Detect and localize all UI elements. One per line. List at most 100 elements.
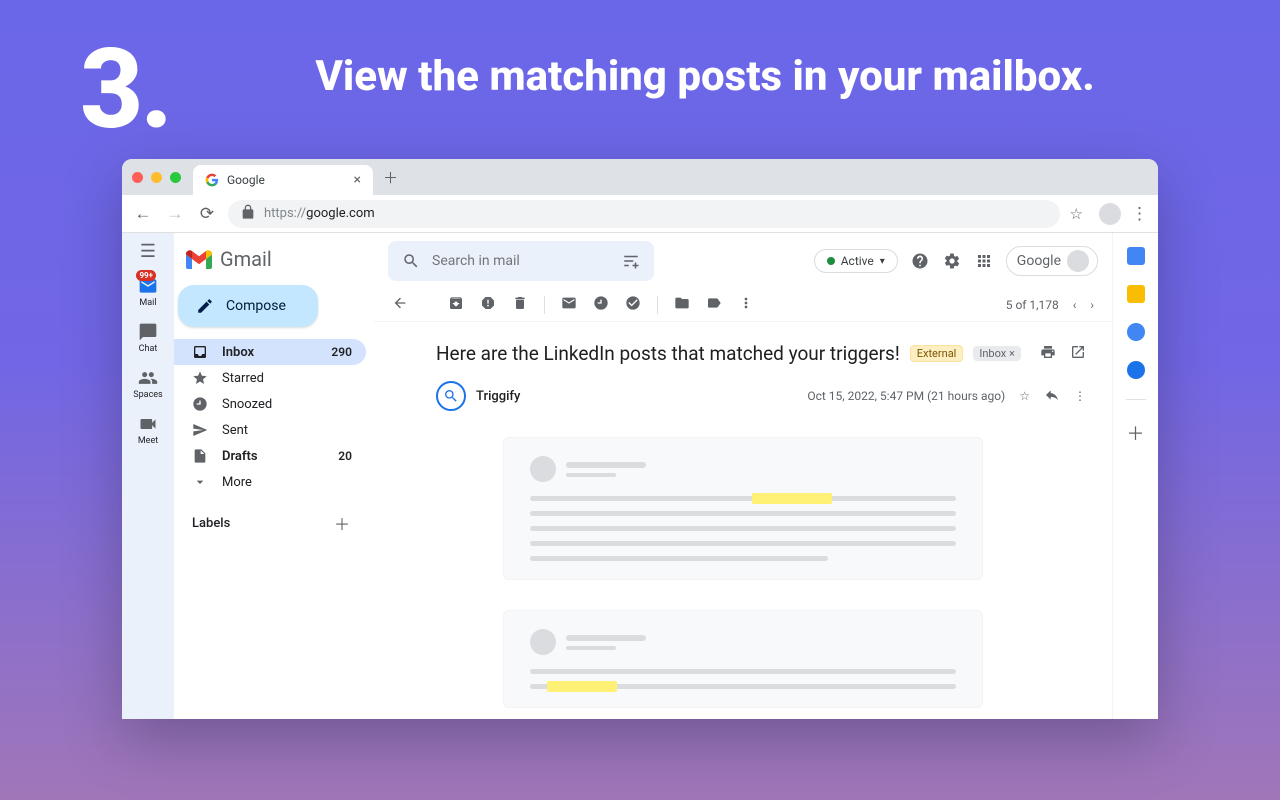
rail-item-meet[interactable]: Meet bbox=[138, 414, 158, 446]
compose-button[interactable]: Compose bbox=[178, 285, 318, 327]
inbox-chip[interactable]: Inbox bbox=[973, 346, 1020, 361]
rail-item-spaces[interactable]: Spaces bbox=[133, 368, 162, 400]
menu-icon[interactable]: ☰ bbox=[140, 241, 156, 262]
bookmark-star-icon[interactable]: ☆ bbox=[1070, 205, 1083, 223]
post-avatar-icon bbox=[530, 629, 556, 655]
get-addons-button[interactable]: ＋ bbox=[1127, 420, 1145, 446]
status-dot-icon bbox=[827, 257, 835, 265]
placeholder-line bbox=[566, 635, 646, 641]
add-to-tasks-button[interactable] bbox=[625, 295, 641, 315]
snooze-button[interactable] bbox=[593, 295, 609, 315]
close-window-icon[interactable] bbox=[132, 172, 143, 183]
email-subject-row: Here are the LinkedIn posts that matched… bbox=[400, 328, 1086, 375]
rail-item-chat[interactable]: Chat bbox=[138, 322, 158, 354]
gear-icon[interactable] bbox=[942, 252, 962, 270]
reload-button[interactable]: ⟳ bbox=[196, 204, 218, 224]
browser-window: Google × ＋ ← → ⟳ https://google.com ☆ ⋮ … bbox=[122, 159, 1158, 719]
sender-avatar bbox=[436, 381, 466, 411]
account-avatar-icon bbox=[1067, 250, 1089, 272]
gmail-topbar: Active ▾ Google bbox=[374, 233, 1112, 289]
rail-item-mail[interactable]: 99+ Mail bbox=[138, 276, 158, 308]
delete-button[interactable] bbox=[512, 295, 528, 315]
next-button[interactable]: › bbox=[1090, 298, 1094, 312]
onboarding-hero: 3. View the matching posts in your mailb… bbox=[0, 0, 1280, 159]
tasks-addon-icon[interactable] bbox=[1127, 323, 1145, 341]
placeholder-line-highlighted bbox=[530, 684, 956, 689]
browser-tab[interactable]: Google × bbox=[193, 165, 373, 195]
window-controls bbox=[132, 172, 181, 183]
nav-drafts[interactable]: Drafts 20 bbox=[174, 443, 366, 469]
star-icon bbox=[192, 370, 208, 386]
chevron-down-icon: ▾ bbox=[880, 256, 885, 267]
message-more-icon[interactable]: ⋮ bbox=[1074, 389, 1086, 403]
back-arrow-button[interactable] bbox=[392, 295, 408, 315]
help-icon[interactable] bbox=[910, 252, 930, 270]
file-icon bbox=[192, 448, 208, 464]
nav-inbox[interactable]: Inbox 290 bbox=[174, 339, 366, 365]
mark-unread-button[interactable] bbox=[561, 295, 577, 315]
email-subject: Here are the LinkedIn posts that matched… bbox=[436, 342, 900, 365]
reply-icon[interactable] bbox=[1044, 387, 1060, 406]
email-timestamp: Oct 15, 2022, 5:47 PM (21 hours ago) bbox=[807, 389, 1005, 403]
nav-more[interactable]: More bbox=[174, 469, 366, 495]
nav-starred[interactable]: Starred bbox=[174, 365, 366, 391]
profile-avatar-icon[interactable] bbox=[1099, 203, 1121, 225]
step-number: 3. bbox=[80, 40, 170, 139]
minimize-window-icon[interactable] bbox=[151, 172, 162, 183]
tune-icon[interactable] bbox=[622, 252, 640, 270]
prev-button[interactable]: ‹ bbox=[1073, 298, 1077, 312]
print-icon[interactable] bbox=[1040, 342, 1056, 365]
placeholder-line bbox=[530, 511, 956, 516]
keep-addon-icon[interactable] bbox=[1127, 285, 1145, 303]
report-spam-button[interactable] bbox=[480, 295, 496, 315]
gmail-brand: Gmail bbox=[174, 241, 366, 281]
contacts-addon-icon[interactable] bbox=[1127, 361, 1145, 379]
pencil-icon bbox=[196, 297, 214, 315]
magnifier-icon bbox=[443, 388, 459, 404]
spaces-icon bbox=[138, 368, 158, 388]
linkedin-post-preview bbox=[503, 437, 983, 580]
add-label-button[interactable]: ＋ bbox=[334, 511, 350, 535]
placeholder-line bbox=[530, 669, 956, 674]
clock-icon bbox=[192, 396, 208, 412]
labels-button[interactable] bbox=[706, 295, 722, 315]
back-button[interactable]: ← bbox=[132, 204, 154, 224]
url-field[interactable]: https://google.com bbox=[228, 200, 1060, 228]
search-field[interactable] bbox=[388, 241, 654, 281]
more-button[interactable] bbox=[738, 295, 754, 315]
placeholder-line bbox=[566, 646, 616, 650]
gmail-logo-icon bbox=[186, 249, 212, 269]
new-tab-button[interactable]: ＋ bbox=[383, 167, 398, 188]
account-chip[interactable]: Google bbox=[1006, 246, 1098, 276]
archive-button[interactable] bbox=[448, 295, 464, 315]
gmail-app: ☰ 99+ Mail Chat Spaces Meet bbox=[122, 233, 1158, 719]
calendar-addon-icon[interactable] bbox=[1127, 247, 1145, 265]
placeholder-line bbox=[530, 526, 956, 531]
folder-list: Inbox 290 Starred Snoozed Sent Dra bbox=[174, 339, 366, 495]
addon-side-panel: ＋ bbox=[1112, 233, 1158, 719]
open-new-window-icon[interactable] bbox=[1070, 342, 1086, 365]
linkedin-post-preview bbox=[503, 610, 983, 708]
browser-tabbar: Google × ＋ bbox=[122, 159, 1158, 195]
placeholder-line bbox=[566, 462, 646, 468]
chevron-down-icon bbox=[192, 474, 208, 490]
gmail-brand-text: Gmail bbox=[220, 247, 272, 271]
nav-sent[interactable]: Sent bbox=[174, 417, 366, 443]
maximize-window-icon[interactable] bbox=[170, 172, 181, 183]
send-icon bbox=[192, 422, 208, 438]
forward-button[interactable]: → bbox=[164, 204, 186, 224]
email-main: Active ▾ Google bbox=[374, 233, 1112, 719]
move-to-button[interactable] bbox=[674, 295, 690, 315]
apps-grid-icon[interactable] bbox=[974, 252, 994, 270]
close-tab-icon[interactable]: × bbox=[354, 172, 361, 188]
status-chip[interactable]: Active ▾ bbox=[814, 249, 898, 273]
step-title: View the matching posts in your mailbox. bbox=[210, 40, 1200, 105]
placeholder-line-highlighted bbox=[530, 496, 956, 501]
search-input[interactable] bbox=[432, 253, 610, 269]
post-avatar-icon bbox=[530, 456, 556, 482]
meet-icon bbox=[138, 414, 158, 434]
browser-menu-icon[interactable]: ⋮ bbox=[1131, 204, 1148, 224]
star-message-icon[interactable]: ☆ bbox=[1019, 389, 1030, 403]
nav-snoozed[interactable]: Snoozed bbox=[174, 391, 366, 417]
pager-text: 5 of 1,178 bbox=[1006, 298, 1059, 312]
